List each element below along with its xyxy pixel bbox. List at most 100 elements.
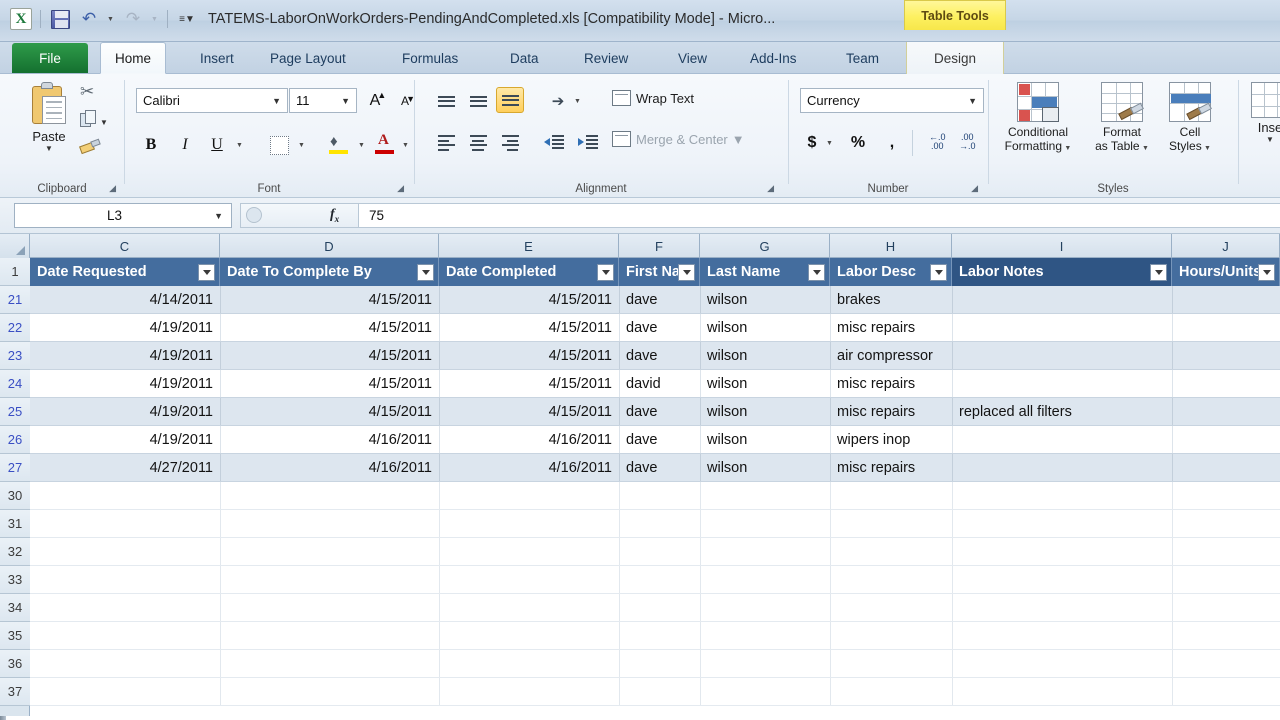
column-header-g[interactable]: G xyxy=(700,234,830,258)
merge-dropdown-icon[interactable]: ▼ xyxy=(732,132,745,147)
bold-button[interactable]: B xyxy=(138,132,164,158)
conditional-formatting-dropdown-icon[interactable]: ▼ xyxy=(1064,145,1071,152)
column-header-e[interactable]: E xyxy=(439,234,619,258)
filter-dropdown-icon[interactable] xyxy=(1150,264,1167,281)
cell-D24[interactable]: 4/15/2011 xyxy=(220,370,439,398)
row-header-36[interactable]: 36 xyxy=(0,650,30,678)
filter-dropdown-icon[interactable] xyxy=(930,264,947,281)
empty-row[interactable] xyxy=(30,678,1280,706)
cell-G26[interactable]: wilson xyxy=(700,426,830,454)
cell-G27[interactable]: wilson xyxy=(700,454,830,482)
cell-D21[interactable]: 4/15/2011 xyxy=(220,286,439,314)
font-size-combo[interactable]: 11 ▼ xyxy=(289,88,357,113)
row-header-34[interactable]: 34 xyxy=(0,594,30,622)
cell-F23[interactable]: dave xyxy=(619,342,700,370)
underline-button[interactable]: U xyxy=(204,132,230,158)
cell-E22[interactable]: 4/15/2011 xyxy=(439,314,619,342)
column-header-h[interactable]: H xyxy=(830,234,952,258)
cell-G21[interactable]: wilson xyxy=(700,286,830,314)
table-header-labor-desc[interactable]: Labor Desc xyxy=(830,258,952,286)
column-header-j[interactable]: J xyxy=(1172,234,1280,258)
cell-J25[interactable] xyxy=(1172,398,1280,426)
row-header-32[interactable]: 32 xyxy=(0,538,30,566)
conditional-formatting-button[interactable]: Conditional Formatting ▼ xyxy=(994,82,1082,156)
cell-F25[interactable]: dave xyxy=(619,398,700,426)
number-format-combo[interactable]: Currency ▼ xyxy=(800,88,984,113)
percent-style-button[interactable]: % xyxy=(846,130,870,156)
cell-I25[interactable]: replaced all filters xyxy=(952,398,1172,426)
row-header-33[interactable]: 33 xyxy=(0,566,30,594)
cell-I27[interactable] xyxy=(952,454,1172,482)
cell-E26[interactable]: 4/16/2011 xyxy=(439,426,619,454)
redo-icon[interactable]: ↷ xyxy=(120,6,146,32)
table-header-row[interactable]: Date RequestedDate To Complete ByDate Co… xyxy=(30,258,1280,286)
fill-color-button[interactable]: ♦ xyxy=(326,131,352,157)
align-right-button[interactable] xyxy=(496,130,524,156)
font-color-dropdown-icon[interactable]: ▼ xyxy=(400,138,412,152)
accounting-dropdown-icon[interactable]: ▼ xyxy=(824,136,836,150)
tab-page-layout[interactable]: Page Layout xyxy=(256,42,360,74)
cell-F24[interactable]: david xyxy=(619,370,700,398)
worksheet-grid[interactable]: CDEFGHIJ 1212223242526273031323334353637… xyxy=(0,234,1280,716)
cell-C27[interactable]: 4/27/2011 xyxy=(30,454,220,482)
filter-dropdown-icon[interactable] xyxy=(198,264,215,281)
filter-dropdown-icon[interactable] xyxy=(417,264,434,281)
insert-function-icon[interactable]: fx xyxy=(330,207,339,224)
cell-C24[interactable]: 4/19/2011 xyxy=(30,370,220,398)
cell-E27[interactable]: 4/16/2011 xyxy=(439,454,619,482)
font-name-chevron-down-icon[interactable]: ▼ xyxy=(266,96,287,106)
accounting-format-button[interactable]: $ xyxy=(800,130,824,156)
font-name-combo[interactable]: Calibri ▼ xyxy=(136,88,288,113)
cell-H25[interactable]: misc repairs xyxy=(830,398,952,426)
cell-I26[interactable] xyxy=(952,426,1172,454)
copy-button[interactable]: ▼ xyxy=(80,110,106,136)
cell-G22[interactable]: wilson xyxy=(700,314,830,342)
cell-E25[interactable]: 4/15/2011 xyxy=(439,398,619,426)
customize-qat-icon[interactable]: ≡▼ xyxy=(174,6,200,32)
font-color-button[interactable]: A xyxy=(372,131,398,157)
italic-button[interactable]: I xyxy=(172,132,198,158)
cell-F26[interactable]: dave xyxy=(619,426,700,454)
empty-row[interactable] xyxy=(30,538,1280,566)
cell-C26[interactable]: 4/19/2011 xyxy=(30,426,220,454)
orientation-dropdown-icon[interactable]: ▼ xyxy=(572,94,584,108)
tab-review[interactable]: Review xyxy=(570,42,642,74)
increase-indent-button[interactable] xyxy=(574,130,602,156)
cell-I23[interactable] xyxy=(952,342,1172,370)
align-bottom-button[interactable] xyxy=(496,87,524,113)
row-header-21[interactable]: 21 xyxy=(0,286,30,314)
cell-J24[interactable] xyxy=(1172,370,1280,398)
align-top-button[interactable] xyxy=(432,88,460,114)
number-format-chevron-down-icon[interactable]: ▼ xyxy=(962,96,983,106)
column-header-i[interactable]: I xyxy=(952,234,1172,258)
clipboard-dialog-launcher[interactable]: ◢ xyxy=(109,183,116,194)
name-box[interactable]: L3 ▼ xyxy=(14,203,232,228)
copy-dropdown-icon[interactable]: ▼ xyxy=(100,118,108,127)
ribbon-tab-strip[interactable]: File Home Insert Page Layout Formulas Da… xyxy=(0,42,1280,74)
table-header-first-na[interactable]: First Na xyxy=(619,258,700,286)
filter-dropdown-icon[interactable] xyxy=(678,264,695,281)
table-header-hours-units[interactable]: Hours/Units xyxy=(1172,258,1280,286)
insert-cells-button[interactable]: Inse ▼ xyxy=(1244,82,1280,144)
empty-row[interactable] xyxy=(30,650,1280,678)
cell-C23[interactable]: 4/19/2011 xyxy=(30,342,220,370)
tab-formulas[interactable]: Formulas xyxy=(388,42,472,74)
tab-team[interactable]: Team xyxy=(832,42,893,74)
tab-design[interactable]: Design xyxy=(906,42,1004,74)
cell-J26[interactable] xyxy=(1172,426,1280,454)
empty-row[interactable] xyxy=(30,482,1280,510)
empty-row[interactable] xyxy=(30,622,1280,650)
undo-icon[interactable]: ↶ xyxy=(76,6,102,32)
cell-C21[interactable]: 4/14/2011 xyxy=(30,286,220,314)
tab-home[interactable]: Home xyxy=(100,42,166,74)
redo-dropdown-icon[interactable]: ▼ xyxy=(149,6,161,32)
empty-row[interactable] xyxy=(30,510,1280,538)
comma-style-button[interactable]: , xyxy=(880,130,904,156)
cell-G23[interactable]: wilson xyxy=(700,342,830,370)
row-header-24[interactable]: 24 xyxy=(0,370,30,398)
cell-H24[interactable]: misc repairs xyxy=(830,370,952,398)
cell-D26[interactable]: 4/16/2011 xyxy=(220,426,439,454)
tab-data[interactable]: Data xyxy=(496,42,553,74)
tab-file[interactable]: File xyxy=(12,43,88,73)
tab-view[interactable]: View xyxy=(664,42,721,74)
